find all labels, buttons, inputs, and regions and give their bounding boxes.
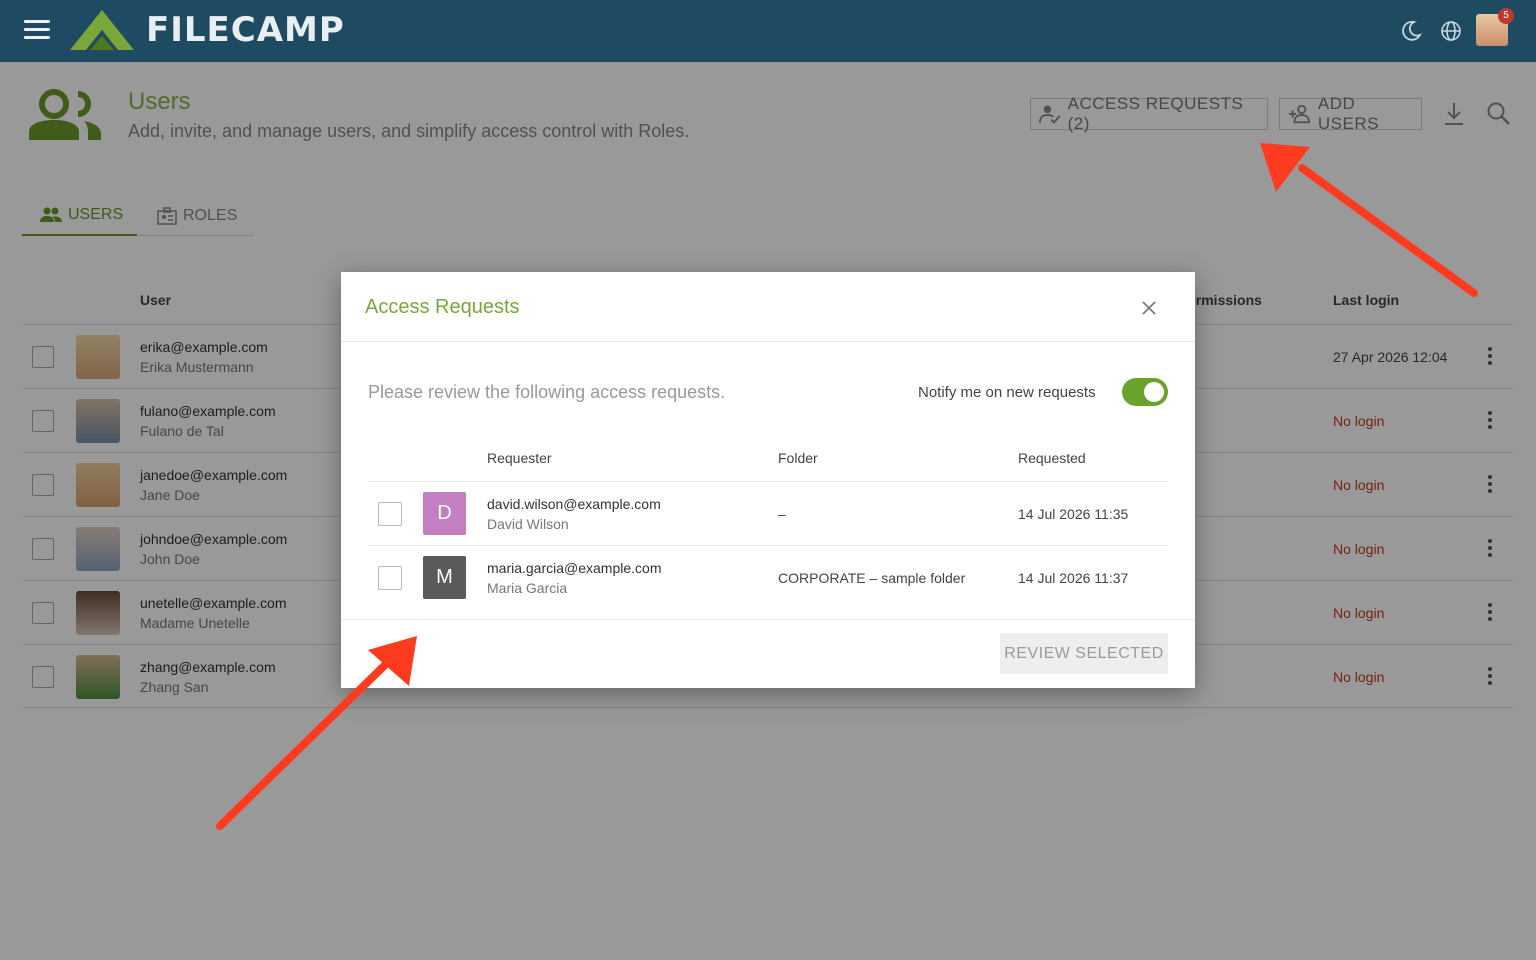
request-checkbox[interactable] [378, 566, 402, 590]
dialog-intro-text: Please review the following access reque… [368, 382, 726, 402]
divider [368, 545, 1168, 546]
requester-email: maria.garcia@example.com [487, 560, 662, 576]
language-globe-icon[interactable] [1438, 18, 1464, 44]
request-date: 14 Jul 2026 11:37 [1018, 570, 1129, 586]
menu-icon[interactable] [24, 20, 50, 42]
column-header-requested: Requested [1018, 450, 1086, 466]
request-checkbox[interactable] [378, 502, 402, 526]
divider [341, 619, 1195, 620]
request-folder: – [778, 506, 786, 522]
requester-name: Maria Garcia [487, 580, 568, 596]
user-avatar[interactable]: 5 [1476, 8, 1514, 46]
requester-email: david.wilson@example.com [487, 496, 661, 512]
requester-name: David Wilson [487, 516, 569, 532]
column-header-folder: Folder [778, 450, 818, 466]
review-selected-button[interactable]: REVIEW SELECTED [1000, 633, 1168, 674]
divider [341, 341, 1195, 342]
column-header-requester: Requester [487, 450, 552, 466]
close-icon[interactable] [1139, 298, 1159, 318]
notification-badge: 5 [1498, 8, 1514, 24]
notify-label: Notify me on new requests [918, 384, 1096, 401]
logo-mountain-icon [70, 10, 134, 50]
toggle-knob [1144, 382, 1164, 402]
requester-initial-avatar: M [423, 556, 466, 599]
notify-toggle[interactable] [1122, 378, 1168, 406]
logo-text: FILECAMP [146, 10, 345, 50]
request-folder: CORPORATE – sample folder [778, 570, 966, 586]
dialog-title: Access Requests [365, 296, 520, 318]
divider [368, 481, 1168, 482]
filecamp-logo[interactable]: FILECAMP [68, 8, 345, 52]
top-bar: FILECAMP 5 [0, 0, 1536, 62]
dark-mode-moon-icon[interactable] [1398, 18, 1424, 44]
request-date: 14 Jul 2026 11:35 [1018, 506, 1129, 522]
requester-initial-avatar: D [423, 492, 466, 535]
access-requests-dialog: Access Requests Please review the follow… [341, 272, 1195, 688]
